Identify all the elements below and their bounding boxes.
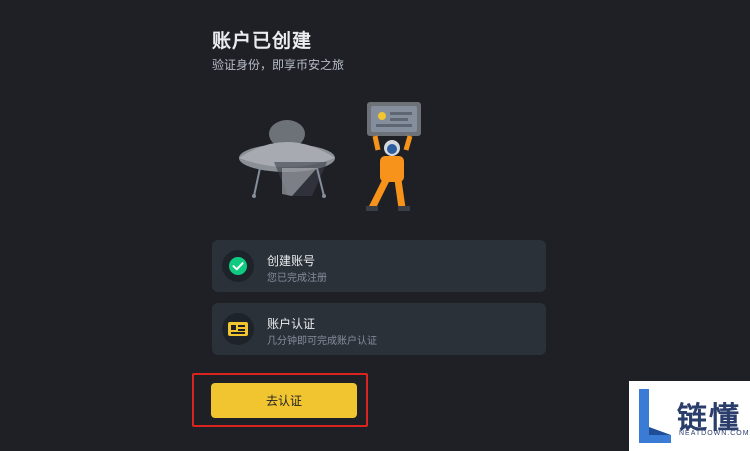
page-title: 账户已创建 bbox=[212, 30, 313, 52]
ufo-graphic bbox=[239, 120, 335, 198]
watermark: 链懂 NEATDOWN.COM bbox=[629, 381, 750, 451]
astronaut-graphic bbox=[366, 135, 413, 211]
step-title: 创建账号 bbox=[267, 254, 316, 268]
id-card-graphic bbox=[367, 102, 421, 136]
astronaut-illustration bbox=[239, 102, 421, 211]
check-circle-icon bbox=[229, 257, 247, 275]
step-title: 账户认证 bbox=[267, 317, 316, 331]
id-card-icon bbox=[228, 322, 248, 336]
step-card-create-account: 创建账号 您已完成注册 bbox=[212, 240, 546, 292]
watermark-logo-icon bbox=[639, 389, 671, 443]
watermark-subtext: NEATDOWN.COM bbox=[679, 430, 750, 437]
step-description: 几分钟即可完成账户认证 bbox=[267, 336, 377, 347]
verify-button[interactable]: 去认证 bbox=[211, 383, 357, 418]
step-description: 您已完成注册 bbox=[267, 273, 327, 284]
step-badge bbox=[222, 313, 254, 345]
step-badge bbox=[222, 250, 254, 282]
page-subtitle: 验证身份，即享币安之旅 bbox=[212, 58, 345, 72]
step-card-account-verification: 账户认证 几分钟即可完成账户认证 bbox=[212, 303, 546, 355]
